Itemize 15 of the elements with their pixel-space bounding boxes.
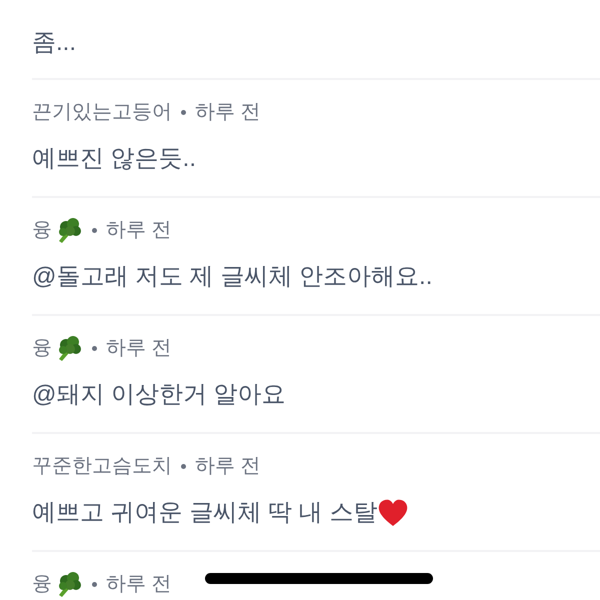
comment-text: 예쁘진 않은듯.. <box>32 144 196 174</box>
author-name: 꾸준한고슴도치 <box>32 454 172 479</box>
comment-time: 하루 전 <box>106 336 172 361</box>
comment-text: @돼지 이상한거 알아요 <box>32 380 286 410</box>
comment-time: 하루 전 <box>106 218 172 243</box>
comment-text: 예쁘고 귀여운 글씨체 딱 내 스탈 <box>32 498 378 528</box>
author-name: 융 <box>32 218 52 243</box>
author-name: 융 <box>32 572 52 597</box>
comment-text: 좀... <box>32 28 76 58</box>
comment-time: 하루 전 <box>195 100 261 125</box>
comment-time: 하루 전 <box>195 454 261 479</box>
author-name: 끈기있는고등어 <box>32 100 172 125</box>
author-name: 융 <box>32 336 52 361</box>
comment-text: @돌고래 저도 제 글씨체 안조아해요.. <box>32 262 432 292</box>
comment-time: 하루 전 <box>106 572 172 597</box>
